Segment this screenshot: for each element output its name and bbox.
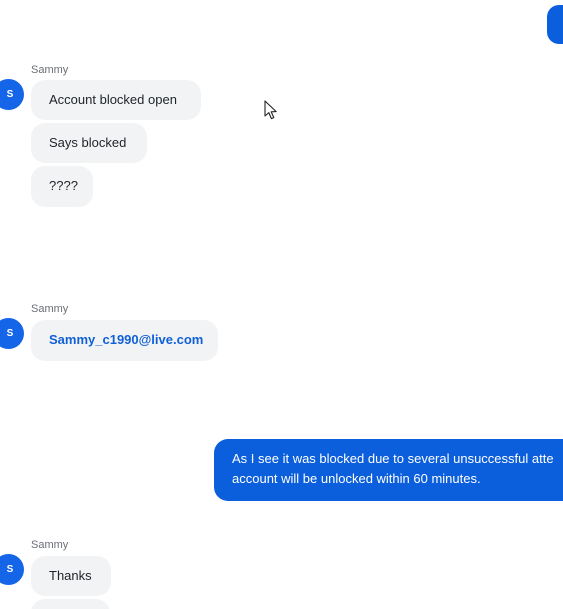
incoming-message-bubble: ???? <box>31 166 93 207</box>
avatar: S <box>0 554 24 585</box>
outgoing-message-line: account will be unlocked within 60 minut… <box>232 471 481 486</box>
sender-name: Sammy <box>31 539 69 551</box>
sender-name: Sammy <box>31 64 69 76</box>
sender-name: Sammy <box>31 303 69 315</box>
avatar: S <box>0 79 24 110</box>
mouse-pointer-icon <box>264 100 277 120</box>
email-link[interactable]: Sammy_c1990@live.com <box>31 320 218 361</box>
incoming-message-bubble-partial <box>31 599 110 609</box>
incoming-message-bubble: Thanks <box>31 556 111 596</box>
avatar: S <box>0 318 24 349</box>
outgoing-message-line: As I see it was blocked due to several u… <box>232 451 554 466</box>
outgoing-message-bubble: As I see it was blocked due to several u… <box>214 439 563 501</box>
incoming-message-bubble: Says blocked <box>31 123 147 163</box>
chat-transcript: Sammy S Account blocked open Says blocke… <box>0 0 563 609</box>
incoming-message-bubble: Account blocked open <box>31 80 201 120</box>
outgoing-message-bubble-partial <box>547 5 563 44</box>
